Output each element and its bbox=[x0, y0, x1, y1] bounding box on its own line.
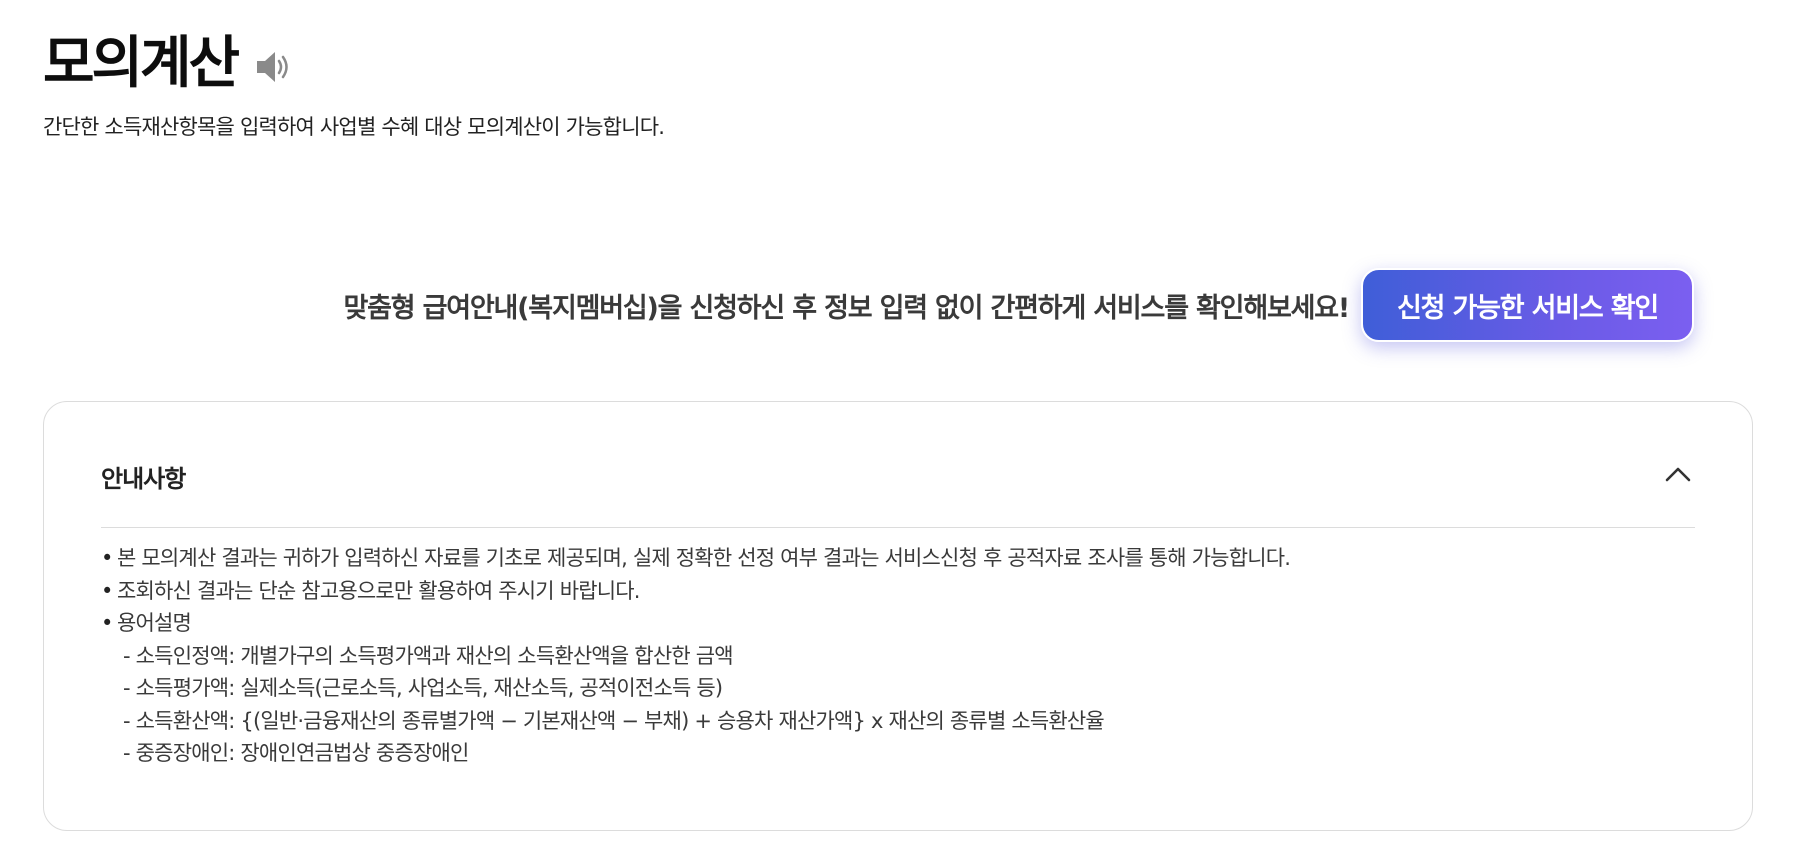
promo-text: 맞춤형 급여안내(복지멤버십)을 신청하신 후 정보 입력 없이 간편하게 서비… bbox=[343, 292, 1350, 324]
page-subtitle: 간단한 소득재산항목을 입력하여 사업별 수혜 대상 모의계산이 가능합니다. bbox=[43, 115, 665, 139]
term-item: - 소득환산액: {(일반·금융재산의 종류별가액 − 기본재산액 − 부채) … bbox=[123, 708, 1105, 733]
check-available-services-button[interactable]: 신청 가능한 서비스 확인 bbox=[1361, 268, 1694, 342]
notice-item: • 조회하신 결과는 단순 참고용으로만 활용하여 주시기 바랍니다. bbox=[101, 575, 1695, 608]
term-item: - 중증장애인: 장애인연금법상 중증장애인 bbox=[123, 741, 469, 765]
notice-item: • 용어설명 bbox=[101, 607, 1695, 640]
notice-item-text: 조회하신 결과는 단순 참고용으로만 활용하여 주시기 바랍니다. bbox=[117, 578, 640, 603]
membership-promo: 맞춤형 급여안내(복지멤버십)을 신청하신 후 정보 입력 없이 간편하게 서비… bbox=[343, 268, 1694, 342]
notice-panel: 안내사항 • 본 모의계산 결과는 귀하가 입력하신 자료를 기초로 제공되며,… bbox=[43, 401, 1753, 831]
chevron-up-icon[interactable] bbox=[1663, 460, 1693, 490]
notice-title: 안내사항 bbox=[101, 465, 186, 493]
terms-list: - 소득인정액: 개별가구의 소득평가액과 재산의 소득환산액을 합산한 금액 … bbox=[101, 640, 1695, 770]
notice-header[interactable]: 안내사항 bbox=[101, 402, 1695, 528]
title-row: 모의계산 bbox=[43, 24, 295, 104]
term-item: - 소득인정액: 개별가구의 소득평가액과 재산의 소득환산액을 합산한 금액 bbox=[123, 643, 734, 668]
bullet: • bbox=[101, 578, 113, 603]
terms-list-wrapper: - 소득인정액: 개별가구의 소득평가액과 재산의 소득환산액을 합산한 금액 … bbox=[101, 640, 1695, 770]
speaker-icon[interactable] bbox=[251, 45, 295, 89]
bullet: • bbox=[101, 611, 113, 635]
notice-item-text: 본 모의계산 결과는 귀하가 입력하신 자료를 기초로 제공되며, 실제 정확한… bbox=[117, 546, 1291, 570]
notice-item: • 본 모의계산 결과는 귀하가 입력하신 자료를 기초로 제공되며, 실제 정… bbox=[101, 542, 1695, 575]
term-item: - 소득평가액: 실제소득(근로소득, 사업소득, 재산소득, 공적이전소득 등… bbox=[123, 676, 723, 700]
notice-list: • 본 모의계산 결과는 귀하가 입력하신 자료를 기초로 제공되며, 실제 정… bbox=[101, 542, 1695, 770]
notice-item-text: 용어설명 bbox=[117, 611, 192, 635]
bullet: • bbox=[101, 546, 113, 570]
page: 모의계산 간단한 소득재산항목을 입력하여 사업별 수혜 대상 모의계산이 가능… bbox=[0, 0, 1798, 864]
page-title: 모의계산 bbox=[43, 31, 240, 96]
